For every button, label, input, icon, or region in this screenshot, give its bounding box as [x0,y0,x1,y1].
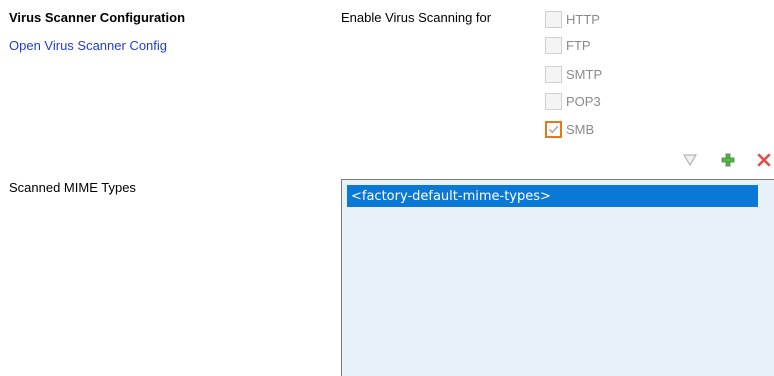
protocol-checkbox-ftp[interactable]: FTP [545,35,591,55]
protocol-label-pop3: POP3 [566,93,601,109]
protocol-label-http: HTTP [566,11,600,27]
list-item[interactable]: <factory-default-mime-types> [347,185,758,207]
protocol-label-smtp: SMTP [566,66,603,82]
section-title: Virus Scanner Configuration [9,10,186,25]
checkbox-unchecked-icon[interactable] [545,65,562,83]
scanned-mime-types-label: Scanned MIME Types [9,180,136,195]
checkbox-unchecked-icon[interactable] [545,92,562,110]
protocol-label-smb: SMB [566,121,595,137]
mime-types-list[interactable]: <factory-default-mime-types> [341,179,774,376]
mime-toolbar [680,150,774,172]
protocol-checkbox-smtp[interactable]: SMTP [545,64,602,84]
open-virus-scanner-config-link[interactable]: Open Virus Scanner Config [9,38,167,53]
remove-icon[interactable] [754,150,774,170]
virus-scanner-config-panel: Virus Scanner Configuration Open Virus S… [0,0,774,376]
enable-virus-scanning-label: Enable Virus Scanning for [341,10,492,25]
protocol-checkbox-http[interactable]: HTTP [545,9,600,29]
checkbox-unchecked-icon[interactable] [545,36,562,54]
checkbox-unchecked-icon[interactable] [545,10,562,28]
filter-icon[interactable] [680,150,700,170]
protocol-checkbox-smb[interactable]: SMB [545,119,594,139]
protocol-checkbox-pop3[interactable]: POP3 [545,91,601,111]
add-icon[interactable] [718,150,738,170]
protocol-label-ftp: FTP [566,37,591,53]
checkbox-checked-icon[interactable] [545,120,562,138]
